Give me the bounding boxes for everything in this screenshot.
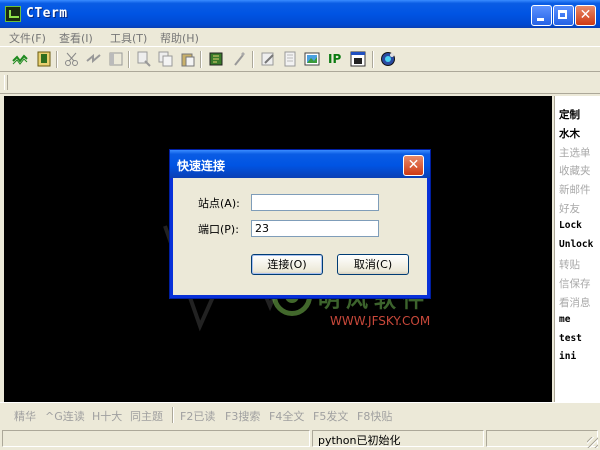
fn-top-ten[interactable]: H十大 [92, 408, 122, 424]
status-pane [2, 430, 310, 447]
address-book-icon[interactable] [36, 51, 52, 67]
edit-icon[interactable] [260, 51, 276, 67]
panel-item-test[interactable]: test [559, 333, 582, 344]
menu-view[interactable]: 查看(I) [59, 30, 93, 46]
paste-icon[interactable] [180, 51, 196, 67]
maximize-button[interactable] [553, 5, 574, 26]
book-icon[interactable] [208, 51, 224, 67]
magic-icon[interactable] [232, 51, 248, 67]
panel-item-repost[interactable]: 转贴 [559, 257, 580, 272]
port-input[interactable] [251, 220, 379, 237]
dialog-title-bar[interactable]: 快速连接 ✕ [170, 150, 430, 178]
panel-item-new-mail[interactable]: 新邮件 [559, 182, 591, 197]
connect-button[interactable]: 连接(O) [251, 254, 323, 275]
resize-grip[interactable] [587, 437, 598, 448]
toolbar-separator [128, 51, 130, 68]
main-window: CTerm ✕ 文件(F) 查看(I) 工具(T) 帮助(H) IP 明风软件 … [0, 0, 600, 450]
terminal-window-icon[interactable] [350, 51, 366, 67]
minimize-button[interactable] [531, 5, 552, 26]
toolbar: IP [0, 46, 600, 72]
fn-post[interactable]: F5发文 [313, 408, 348, 424]
function-bar: 精华 ^G连读 H十大 同主题 F2已读 F3搜索 F4全文 F5发文 F8快贴 [0, 402, 600, 426]
wave-icon[interactable] [12, 51, 28, 67]
fast-forward-icon[interactable] [86, 51, 102, 67]
dialog-title: 快速连接 [177, 159, 226, 173]
panel-item-customize[interactable]: 定制 [559, 107, 580, 122]
panel-item-view-messages[interactable]: 看消息 [559, 295, 591, 310]
cancel-button[interactable]: 取消(C) [337, 254, 409, 275]
status-message: python已初始化 [318, 434, 401, 447]
fn-search[interactable]: F3搜索 [225, 408, 260, 424]
app-icon [5, 6, 21, 22]
toolbar-separator [56, 51, 58, 68]
quick-command-panel: 定制水木主选单收藏夹新邮件好友 Lock Unlock 转贴信保存看消息 me test i… [554, 96, 600, 402]
status-pane [486, 430, 598, 447]
fn-digest[interactable]: 精华 [14, 408, 36, 424]
toolbar-separator [200, 51, 202, 68]
menu-file[interactable]: 文件(F) [9, 30, 46, 46]
function-bar-separator [172, 407, 174, 423]
watermark-url: WWW.JFSKY.COM [330, 314, 431, 328]
globe-icon[interactable] [380, 51, 396, 67]
fn-mark-read[interactable]: F2已读 [180, 408, 215, 424]
panel-item-me[interactable]: me [559, 314, 570, 325]
toolbar-separator [372, 51, 374, 68]
panel-item-lock[interactable]: Lock [559, 220, 582, 231]
site-input[interactable] [251, 194, 379, 211]
close-button[interactable]: ✕ [575, 5, 596, 26]
close-icon: ✕ [579, 7, 592, 23]
menu-tools[interactable]: 工具(T) [110, 30, 147, 46]
fn-continuous-read[interactable]: ^G连读 [45, 408, 85, 424]
copy-icon[interactable] [158, 51, 174, 67]
find-icon[interactable] [136, 51, 152, 67]
menu-bar: 文件(F) 查看(I) 工具(T) 帮助(H) [0, 28, 600, 46]
panel-item-favorites[interactable]: 收藏夹 [559, 163, 591, 178]
image-icon[interactable] [304, 51, 320, 67]
ip-label[interactable]: IP [328, 52, 341, 66]
window-title: CTerm [26, 6, 68, 21]
panel-item-friends[interactable]: 好友 [559, 201, 580, 216]
panel-item-unlock[interactable]: Unlock [559, 239, 593, 250]
status-bar: python已初始化 [0, 428, 600, 450]
panel-item-ini[interactable]: ini [559, 351, 576, 362]
close-icon: ✕ [407, 157, 420, 173]
panel-item-smth[interactable]: 水木 [559, 126, 580, 141]
toolbar-separator [252, 51, 254, 68]
fn-quick-paste[interactable]: F8快贴 [357, 408, 392, 424]
fn-full-text[interactable]: F4全文 [269, 408, 304, 424]
quick-connect-dialog: 快速连接 ✕ 站点(A): 端口(P): 连接(O) 取消(C) [170, 150, 430, 298]
document-icon[interactable] [282, 51, 298, 67]
title-bar[interactable]: CTerm ✕ [0, 0, 600, 28]
window-icon[interactable] [108, 51, 124, 67]
port-label: 端口(P): [198, 223, 239, 236]
address-bar [0, 72, 600, 94]
fn-same-topic[interactable]: 同主题 [130, 408, 163, 424]
panel-item-save-mail[interactable]: 信保存 [559, 276, 591, 291]
scissors-icon[interactable] [64, 51, 80, 67]
site-label: 站点(A): [198, 197, 240, 210]
toolbar-grip[interactable] [4, 75, 8, 90]
menu-help[interactable]: 帮助(H) [160, 30, 199, 46]
dialog-close-button[interactable]: ✕ [403, 155, 424, 176]
panel-item-main-menu[interactable]: 主选单 [559, 145, 591, 160]
